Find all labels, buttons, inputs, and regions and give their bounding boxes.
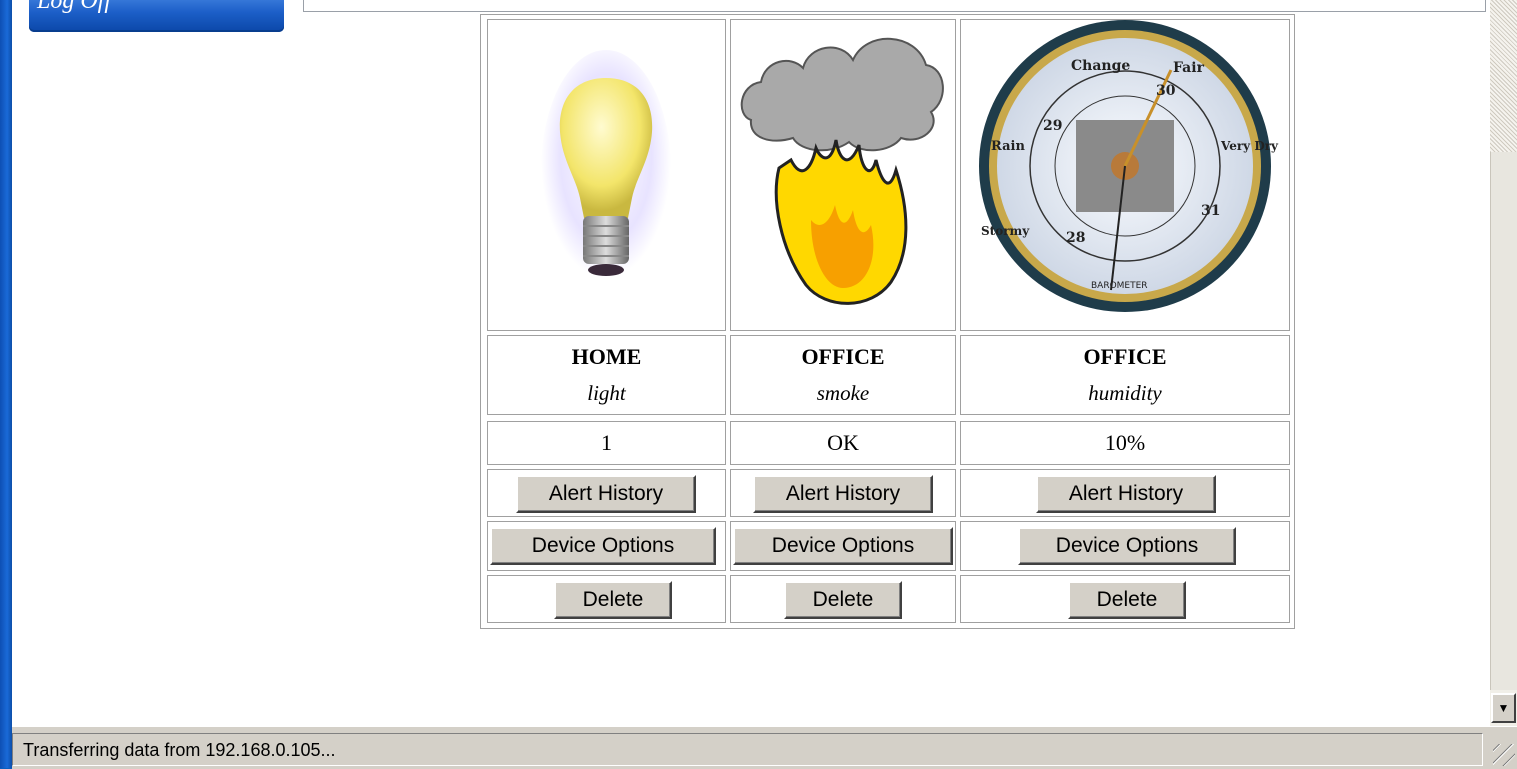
status-text: Transferring data from 192.168.0.105...	[23, 740, 336, 760]
status-text-panel: Transferring data from 192.168.0.105...	[12, 733, 1483, 766]
device-name-cell: OFFICE smoke	[730, 335, 956, 415]
top-frame-edge	[303, 0, 1486, 12]
barometer-label-change: Change	[1071, 58, 1130, 74]
delete-button[interactable]: Delete	[554, 581, 672, 619]
barometer-num-28: 28	[1066, 230, 1085, 246]
device-value: OK	[730, 421, 956, 465]
device-location: OFFICE	[801, 344, 885, 369]
vertical-scrollbar[interactable]: ▼	[1490, 0, 1517, 726]
alert-history-button[interactable]: Alert History	[753, 475, 933, 513]
device-name-cell: HOME light	[487, 335, 726, 415]
delete-button[interactable]: Delete	[1068, 581, 1186, 619]
page-content: Log Off Change Fair Rain Very Dry Stormy…	[12, 0, 1490, 726]
alert-history-button[interactable]: Alert History	[1036, 475, 1216, 513]
device-location: HOME	[571, 344, 642, 369]
device-table: Change Fair Rain Very Dry Stormy BAROMET…	[480, 14, 1295, 629]
barometer-label-stormy: Stormy	[981, 224, 1030, 238]
scrollbar-thumb[interactable]	[1490, 152, 1517, 690]
scrollbar-track[interactable]	[1490, 0, 1517, 152]
device-type: smoke	[816, 381, 870, 405]
device-image-cell-home-light	[487, 19, 726, 331]
window-left-frame	[0, 0, 12, 768]
device-value: 1	[487, 421, 726, 465]
barometer-num-31: 31	[1201, 203, 1220, 219]
delete-button[interactable]: Delete	[784, 581, 902, 619]
status-bar: Transferring data from 192.168.0.105...	[12, 726, 1517, 769]
device-image-cell-office-humidity: Change Fair Rain Very Dry Stormy BAROMET…	[960, 19, 1290, 331]
lightbulb-icon	[541, 50, 671, 290]
delete-cell: Delete	[487, 575, 726, 623]
alert-history-button[interactable]: Alert History	[516, 475, 696, 513]
delete-cell: Delete	[960, 575, 1290, 623]
resize-grip-icon[interactable]	[1493, 744, 1515, 766]
barometer-label-verydry: Very Dry	[1220, 139, 1279, 153]
log-off-label: Log Off	[37, 0, 112, 14]
barometer-label-barometer: BAROMETER	[1091, 281, 1148, 291]
browser-window: Log Off Change Fair Rain Very Dry Stormy…	[0, 0, 1517, 769]
barometer-label-rain: Rain	[991, 139, 1025, 154]
delete-cell: Delete	[730, 575, 956, 623]
device-options-cell: Device Options	[487, 521, 726, 571]
device-value: 10%	[960, 421, 1290, 465]
device-options-button[interactable]: Device Options	[1018, 527, 1236, 565]
log-off-button[interactable]: Log Off	[29, 0, 284, 32]
barometer-num-29: 29	[1043, 118, 1062, 134]
alert-history-cell: Alert History	[730, 469, 956, 517]
device-options-cell: Device Options	[730, 521, 956, 571]
device-location: OFFICE	[1083, 344, 1167, 369]
barometer-label-fair: Fair	[1173, 60, 1205, 76]
device-options-cell: Device Options	[960, 521, 1290, 571]
barometer-num-30: 30	[1156, 83, 1176, 99]
alert-history-cell: Alert History	[487, 469, 726, 517]
device-image-cell-office-smoke	[730, 19, 956, 331]
device-type: humidity	[1088, 381, 1162, 405]
device-options-button[interactable]: Device Options	[490, 527, 716, 565]
smoke-fire-icon	[740, 37, 944, 305]
alert-history-cell: Alert History	[960, 469, 1290, 517]
device-options-button[interactable]: Device Options	[733, 527, 953, 565]
barometer-icon: Change Fair Rain Very Dry Stormy BAROMET…	[979, 20, 1279, 312]
scroll-down-arrow-icon[interactable]: ▼	[1491, 693, 1516, 723]
device-name-cell: OFFICE humidity	[960, 335, 1290, 415]
device-type: light	[587, 381, 626, 405]
